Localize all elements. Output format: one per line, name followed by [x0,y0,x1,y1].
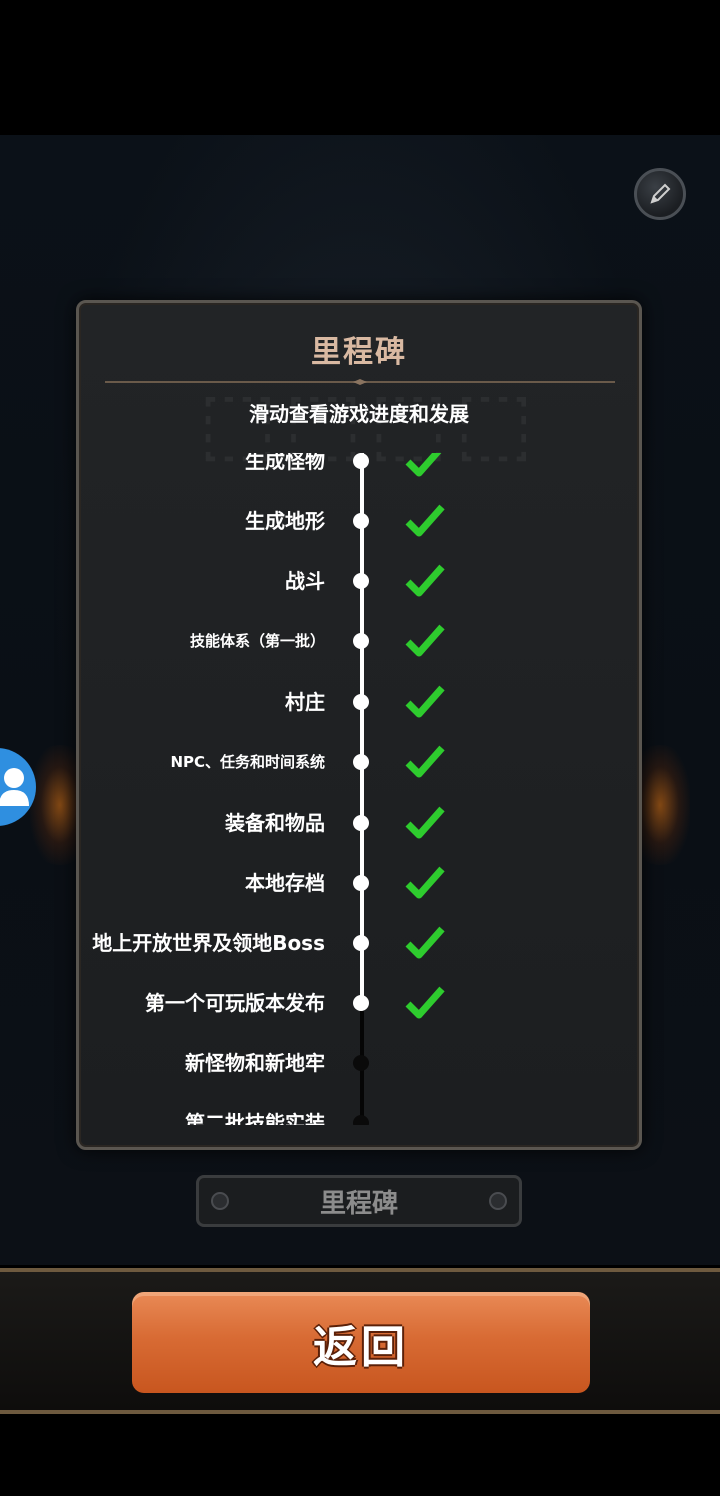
checkmark-icon [405,926,445,959]
milestone-item: NPC、任务和时间系统 [79,742,639,782]
milestone-label: NPC、任务和时间系统 [170,753,325,771]
milestone-label: 生成地形 [245,509,325,533]
milestone-item: 技能体系（第一批） [79,621,639,661]
milestone-dot [353,694,369,710]
milestone-button-label: 里程碑 [319,1188,398,1219]
milestone-dot [353,633,369,649]
milestone-dot-pending [353,1115,369,1125]
checkmark-icon [405,866,445,899]
milestone-item: 生成怪物 [79,453,639,481]
milestone-label: 生成怪物 [245,453,325,473]
milestone-timeline[interactable]: 生成怪物 生成地形 战斗 技能体系（第一批） 村庄 NPC、任务和时间系统 装备… [79,453,639,1125]
back-button[interactable]: 返回 [132,1292,590,1393]
user-icon [0,768,29,806]
pencil-icon [650,183,671,204]
milestone-label: 村庄 [285,690,325,714]
milestone-item: 第一个可玩版本发布 [79,983,639,1023]
checkmark-icon [405,453,442,477]
milestone-item: 生成地形 [79,501,639,541]
milestone-item: 装备和物品 [79,803,639,843]
milestone-dot [353,875,369,891]
milestone-item: 新怪物和新地牢 [79,1043,639,1083]
milestone-dot [353,754,369,770]
milestone-dot [353,573,369,589]
checkmark-icon [405,685,445,718]
milestone-dot [353,995,369,1011]
rivet-decoration [211,1192,229,1210]
edit-button[interactable] [634,168,686,220]
panel-title: 里程碑 [311,335,407,370]
checkmark-icon [405,986,445,1019]
milestone-label: 战斗 [285,569,325,593]
title-divider [105,379,615,385]
milestone-label: 第二批技能实装 [185,1111,325,1125]
milestone-button[interactable]: 里程碑 [196,1175,522,1227]
milestone-dot-pending [353,1055,369,1071]
milestone-item: 村庄 [79,682,639,722]
milestone-item: 战斗 [79,561,639,601]
rivet-decoration [489,1192,507,1210]
back-button-label: 返回 [313,1321,409,1373]
milestone-label: 新怪物和新地牢 [185,1051,325,1075]
checkmark-icon [405,806,445,839]
milestone-dot [353,935,369,951]
checkmark-icon [405,504,445,537]
milestone-panel: ⬚⬚⬚⬚ 里程碑 滑动查看游戏进度和发展 生成怪物 生成地形 战斗 技能体系（第… [76,300,642,1150]
milestone-item: 第二批技能实装 [79,1103,639,1125]
milestone-item: 本地存档 [79,863,639,903]
milestone-dot [353,815,369,831]
milestone-label: 第一个可玩版本发布 [145,991,325,1015]
checkmark-icon [405,745,445,778]
milestone-label: 技能体系（第一批） [189,632,325,650]
milestone-label: 本地存档 [245,871,325,895]
milestone-label: 地上开放世界及领地Boss [92,931,325,955]
milestone-label: 装备和物品 [225,811,325,835]
milestone-item: 地上开放世界及领地Boss [79,923,639,963]
panel-subtitle: 滑动查看游戏进度和发展 [249,402,469,426]
milestone-dot [353,513,369,529]
milestone-dot [353,453,369,469]
checkmark-icon [405,624,445,657]
checkmark-icon [405,564,445,597]
